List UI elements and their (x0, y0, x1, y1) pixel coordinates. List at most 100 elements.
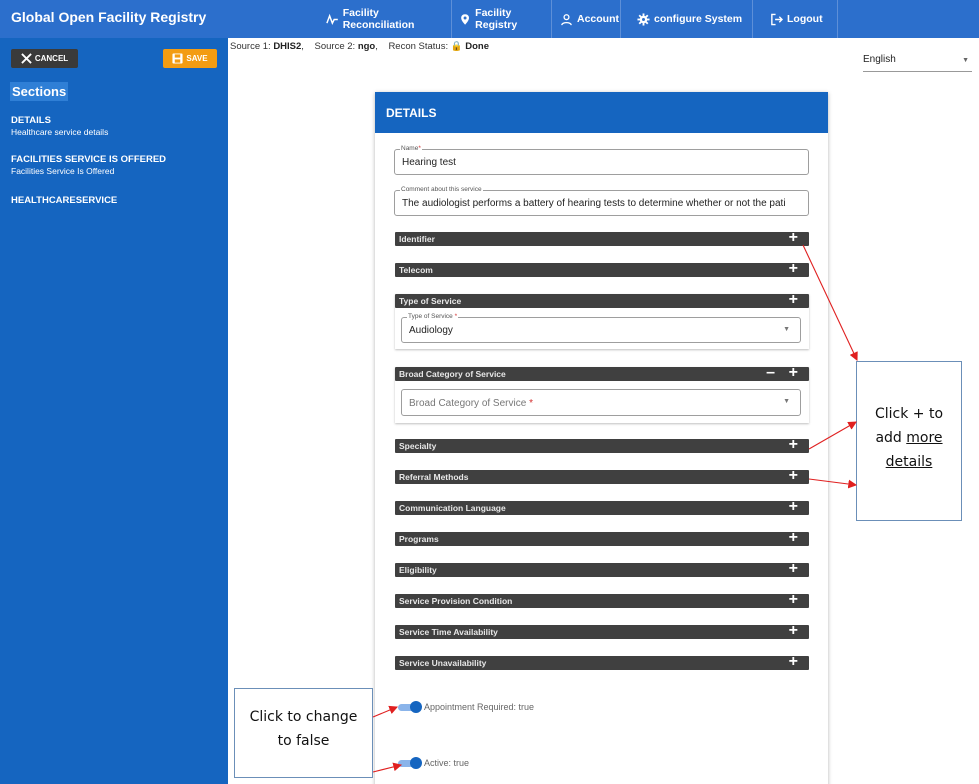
source2-value: ngo (357, 41, 376, 52)
section-label: Service Provision Condition (399, 596, 513, 606)
cancel-label: CANCEL (34, 54, 69, 63)
nav-label: Account (577, 13, 619, 25)
recon-status-value: Done (465, 41, 489, 52)
source-info: Source 1: DHIS2, Source 2: ngo, Recon St… (230, 41, 489, 52)
section-service-provision-condition: Service Provision Condition + (395, 591, 809, 609)
remove-broad-category-minus-icon[interactable]: – (766, 364, 775, 382)
section-label: Type of Service (399, 296, 462, 306)
source2-label: Source 2: (314, 41, 356, 52)
section-telecom: Telecom + (395, 260, 809, 278)
callout-toggle: Click to change to false (234, 688, 373, 778)
section-service-unavailability: Service Unavailability + (395, 653, 809, 671)
nav-label: Facility Registry (475, 7, 518, 31)
toggle-track (398, 700, 422, 713)
add-type-of-service-plus-icon[interactable]: + (789, 291, 798, 309)
comment-field[interactable]: Comment about this service The audiologi… (394, 186, 809, 216)
add-identifier-plus-icon[interactable]: + (789, 229, 798, 247)
lock-icon: 🔒 (450, 41, 463, 52)
name-legend: Name* (400, 145, 422, 152)
section-identifier: Identifier + (395, 229, 809, 247)
sidebar-section-details[interactable]: DETAILS Healthcare service details (11, 115, 108, 137)
section-title: FACILITIES SERVICE IS OFFERED (11, 154, 167, 165)
source1-label: Source 1: (230, 41, 271, 52)
section-title: HEALTHCARESERVICE (11, 195, 118, 206)
sidebar-section-facilities[interactable]: FACILITIES SERVICE IS OFFERED Facilities… (11, 154, 166, 176)
section-label: Communication Language (399, 503, 506, 513)
add-broad-category-plus-icon[interactable]: + (789, 364, 798, 382)
recon-status-label: Recon Status: (388, 41, 449, 52)
add-eligibility-plus-icon[interactable]: + (789, 560, 798, 578)
sidebar: CANCEL SAVE Sections DETAILS Healthcare … (0, 38, 228, 784)
callout-line-3: details (885, 454, 933, 470)
language-value: English (863, 54, 896, 65)
section-label: Telecom (399, 265, 433, 275)
section-broad-category: Broad Category of Service – + (395, 364, 809, 382)
add-programs-plus-icon[interactable]: + (789, 529, 798, 547)
cancel-icon (21, 53, 32, 64)
nav-facility-registry[interactable]: Facility Registry (452, 0, 552, 38)
add-communication-language-plus-icon[interactable]: + (789, 498, 798, 516)
section-referral-methods: Referral Methods + (395, 467, 809, 485)
section-subtitle: Facilities Service Is Offered (11, 166, 115, 176)
nav-facility-reconciliation[interactable]: Facility Reconciliation (316, 0, 452, 38)
callout-word-more: more (906, 430, 943, 446)
active-toggle[interactable]: Active: true (398, 756, 470, 769)
nav-logout[interactable]: Logout (753, 0, 838, 38)
toggle-knob (410, 700, 422, 713)
add-service-time-availability-plus-icon[interactable]: + (789, 622, 798, 640)
type-of-service-select[interactable]: Type of Service * Audiology ▼ (401, 313, 801, 343)
section-label: Identifier (399, 234, 435, 244)
callout-add-details: Click + to add more details (856, 361, 962, 521)
add-service-unavailability-plus-icon[interactable]: + (789, 653, 798, 671)
caret-down-icon: ▼ (962, 57, 969, 64)
language-select[interactable]: English ▼ (863, 52, 972, 72)
app-root: Global Open Facility Registry Facility R… (0, 0, 979, 784)
section-label: Eligibility (399, 565, 437, 575)
source1-value: DHIS2 (273, 41, 302, 52)
reconciliation-icon (326, 13, 338, 25)
add-telecom-plus-icon[interactable]: + (789, 260, 798, 278)
callout-line-2: to false (277, 733, 330, 749)
section-service-time-availability: Service Time Availability + (395, 622, 809, 640)
cancel-button[interactable]: CANCEL (11, 49, 78, 68)
comment-value: The audiologist performs a battery of he… (402, 198, 786, 209)
card-title: DETAILS (375, 92, 828, 133)
sidebar-section-healthcareservice[interactable]: HEALTHCARESERVICE (11, 195, 117, 206)
section-eligibility: Eligibility + (395, 560, 809, 578)
nav-account[interactable]: Account (552, 0, 621, 38)
caret-down-icon: ▼ (783, 398, 790, 405)
callout-line-1: Click + to (874, 406, 944, 422)
section-specialty: Specialty + (395, 436, 809, 454)
section-label: Broad Category of Service (399, 369, 506, 379)
sections-title: Sections (10, 82, 69, 101)
type-of-service-label: Type of Service (408, 313, 453, 320)
nav-configure-system[interactable]: configure System (621, 0, 753, 38)
user-icon (561, 13, 572, 25)
section-label: Specialty (399, 441, 437, 451)
gear-icon (637, 12, 650, 26)
section-type-of-service: Type of Service + (395, 291, 809, 309)
details-card: DETAILS Name* Hearing test Comment about… (375, 92, 828, 784)
section-title: DETAILS (11, 115, 51, 126)
section-label: Service Unavailability (399, 658, 487, 668)
nav-label: Facility Reconciliation (342, 7, 415, 31)
nav-label: configure System (654, 13, 743, 25)
save-button[interactable]: SAVE (163, 49, 217, 68)
section-label: Service Time Availability (399, 627, 498, 637)
save-label: SAVE (186, 54, 208, 63)
name-value: Hearing test (402, 157, 456, 168)
active-label: Active: true (424, 758, 470, 768)
map-pin-icon (461, 13, 469, 25)
add-referral-methods-plus-icon[interactable]: + (789, 467, 798, 485)
callout-line-1: Click to change (249, 709, 358, 725)
section-subtitle: Healthcare service details (11, 127, 109, 137)
appointment-required-toggle[interactable]: Appointment Required: true (398, 700, 534, 713)
section-label: Programs (399, 534, 439, 544)
add-specialty-plus-icon[interactable]: + (789, 436, 798, 454)
broad-category-select[interactable]: Broad Category of Service * ▼ (401, 389, 801, 416)
caret-down-icon: ▼ (783, 326, 790, 333)
app-title: Global Open Facility Registry (11, 9, 207, 25)
callout-line-2: add more (857, 426, 961, 450)
add-service-provision-condition-plus-icon[interactable]: + (789, 591, 798, 609)
name-field[interactable]: Name* Hearing test (394, 145, 809, 175)
